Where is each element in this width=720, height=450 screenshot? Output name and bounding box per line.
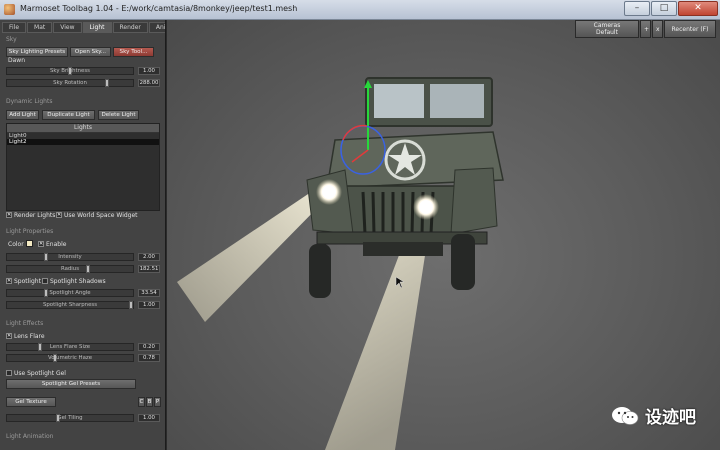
spotlight-shadows-label: Spotlight Shadows — [50, 278, 106, 285]
light-color-swatch[interactable] — [26, 240, 33, 247]
watermark-text: 设迹吧 — [645, 408, 696, 428]
tab-anim[interactable]: Anim — [148, 22, 165, 33]
main-tabs: File Mat View Light Render Anim — [2, 22, 165, 33]
close-button[interactable]: ✕ — [678, 1, 718, 16]
spotlight-gel-presets-button[interactable]: Spotlight Gel Presets — [6, 379, 136, 389]
slider-label: Volumetric Haze — [47, 355, 93, 361]
remove-camera-button[interactable]: x — [652, 20, 663, 38]
open-sky-button[interactable]: Open Sky... — [70, 47, 111, 57]
enable-checkbox[interactable]: ✕ — [38, 241, 44, 247]
spotlight-sharpness-slider[interactable]: Spotlight Sharpness — [6, 301, 134, 309]
cameras-dropdown[interactable]: Cameras Default — [575, 20, 639, 38]
radius-slider[interactable]: Radius — [6, 265, 134, 273]
lens-flare-size-slider[interactable]: Lens Flare Size — [6, 343, 134, 351]
watermark: 设迹吧 — [611, 403, 696, 428]
viewport-toolbar: Cameras Default + x Recenter (F) — [575, 20, 716, 38]
duplicate-light-button[interactable]: Duplicate Light — [42, 110, 95, 120]
slider-label: Spotlight Sharpness — [42, 302, 98, 308]
slider-label: Sky Brightness — [50, 68, 90, 74]
add-camera-button[interactable]: + — [640, 20, 651, 38]
light-beam-left — [177, 184, 327, 322]
window-titlebar: Marmoset Toolbag 1.04 - E:/work/camtasia… — [0, 0, 720, 20]
delete-light-button[interactable]: Delete Light — [98, 110, 139, 120]
recenter-button[interactable]: Recenter (F) — [664, 20, 716, 38]
spotlight-angle-slider[interactable]: Spotlight Angle — [6, 289, 134, 297]
slider-label: Spotlight Angle — [49, 290, 91, 296]
render-lights-checkbox[interactable]: ✕ — [6, 212, 12, 218]
light-properties-section-label: Light Properties — [6, 228, 54, 235]
sky-lighting-presets-button[interactable]: Sky Lighting Presets — [6, 47, 68, 57]
camera-current: Default — [596, 29, 618, 36]
light-effects-section-label: Light Effects — [6, 320, 44, 327]
gel-channel-p-button[interactable]: P — [154, 397, 161, 407]
intensity-slider[interactable]: Intensity — [6, 253, 134, 261]
sky-tool-button[interactable]: Sky Tool... — [113, 47, 154, 57]
maximize-button[interactable]: □ — [651, 1, 677, 16]
tab-light[interactable]: Light — [82, 22, 112, 33]
spotlight-sharpness-value[interactable]: 1.00 — [138, 301, 160, 309]
radius-value[interactable]: 182.51 — [138, 265, 160, 273]
window-controls: – □ ✕ — [624, 1, 718, 16]
lights-list-header: Lights — [7, 124, 159, 133]
scene-render — [177, 77, 504, 450]
dynamic-lights-section-label: Dynamic Lights — [6, 98, 53, 105]
slider-label: Radius — [60, 266, 80, 272]
lens-flare-size-value[interactable]: 0.20 — [138, 343, 160, 351]
sky-section-label: Sky — [6, 36, 17, 43]
gel-channel-c-button[interactable]: C — [138, 397, 145, 407]
sky-rotation-value[interactable]: 288.00 — [138, 79, 160, 87]
tab-file[interactable]: File — [2, 22, 27, 33]
gel-tiling-value[interactable]: 1.00 — [138, 414, 160, 422]
light-animation-section-label: Light Animation — [6, 433, 54, 440]
gel-tiling-slider[interactable]: Gel Tiling — [6, 414, 134, 422]
spotlight-label: Spotlight — [14, 278, 41, 285]
lens-flare-checkbox[interactable]: ✕ — [6, 333, 12, 339]
slider-label: Lens Flare Size — [49, 344, 91, 350]
tab-render[interactable]: Render — [112, 22, 148, 33]
enable-label: Enable — [46, 241, 67, 248]
spotlight-angle-value[interactable]: 33.54 — [138, 289, 160, 297]
sky-preset-name: Dawn — [8, 57, 26, 64]
minimize-button[interactable]: – — [624, 1, 650, 16]
volumetric-haze-slider[interactable]: Volumetric Haze — [6, 354, 134, 362]
list-item[interactable]: Light2 — [7, 139, 159, 145]
slider-label: Intensity — [58, 254, 82, 260]
spotlight-shadows-checkbox[interactable] — [42, 278, 48, 284]
wechat-icon — [611, 406, 639, 426]
tab-mat[interactable]: Mat — [27, 22, 53, 33]
tab-view[interactable]: View — [53, 22, 82, 33]
render-lights-label: Render Lights — [14, 212, 56, 219]
add-light-button[interactable]: Add Light — [6, 110, 39, 120]
use-spotlight-gel-label: Use Spotlight Gel — [14, 370, 66, 377]
gel-channel-b-button[interactable]: B — [146, 397, 153, 407]
intensity-value[interactable]: 2.00 — [138, 253, 160, 261]
properties-panel: File Mat View Light Render Anim Sky Sky … — [0, 20, 166, 450]
gel-texture-button[interactable]: Gel Texture — [6, 397, 56, 407]
sky-brightness-slider[interactable]: Sky Brightness — [6, 67, 134, 75]
app-icon — [4, 4, 15, 15]
lens-flare-label: Lens Flare — [14, 333, 45, 340]
world-space-widget-checkbox[interactable]: ✕ — [56, 212, 62, 218]
slider-label: Gel Tiling — [57, 415, 83, 421]
volumetric-haze-value[interactable]: 0.78 — [138, 354, 160, 362]
world-space-widget-label: Use World Space Widget — [64, 212, 138, 219]
sky-rotation-slider[interactable]: Sky Rotation — [6, 79, 134, 87]
sky-brightness-value[interactable]: 1.00 — [138, 67, 160, 75]
lights-list[interactable]: Lights Light0 Light2 — [6, 123, 160, 211]
use-spotlight-gel-checkbox[interactable] — [6, 370, 12, 376]
window-title: Marmoset Toolbag 1.04 - E:/work/camtasia… — [20, 4, 298, 13]
3d-viewport[interactable]: Cameras Default + x Recenter (F) 设迹吧 — [167, 20, 720, 450]
slider-label: Sky Rotation — [53, 80, 87, 86]
spotlight-checkbox[interactable]: ✕ — [6, 278, 12, 284]
cameras-label: Cameras — [593, 22, 621, 29]
color-label: Color — [8, 241, 24, 248]
